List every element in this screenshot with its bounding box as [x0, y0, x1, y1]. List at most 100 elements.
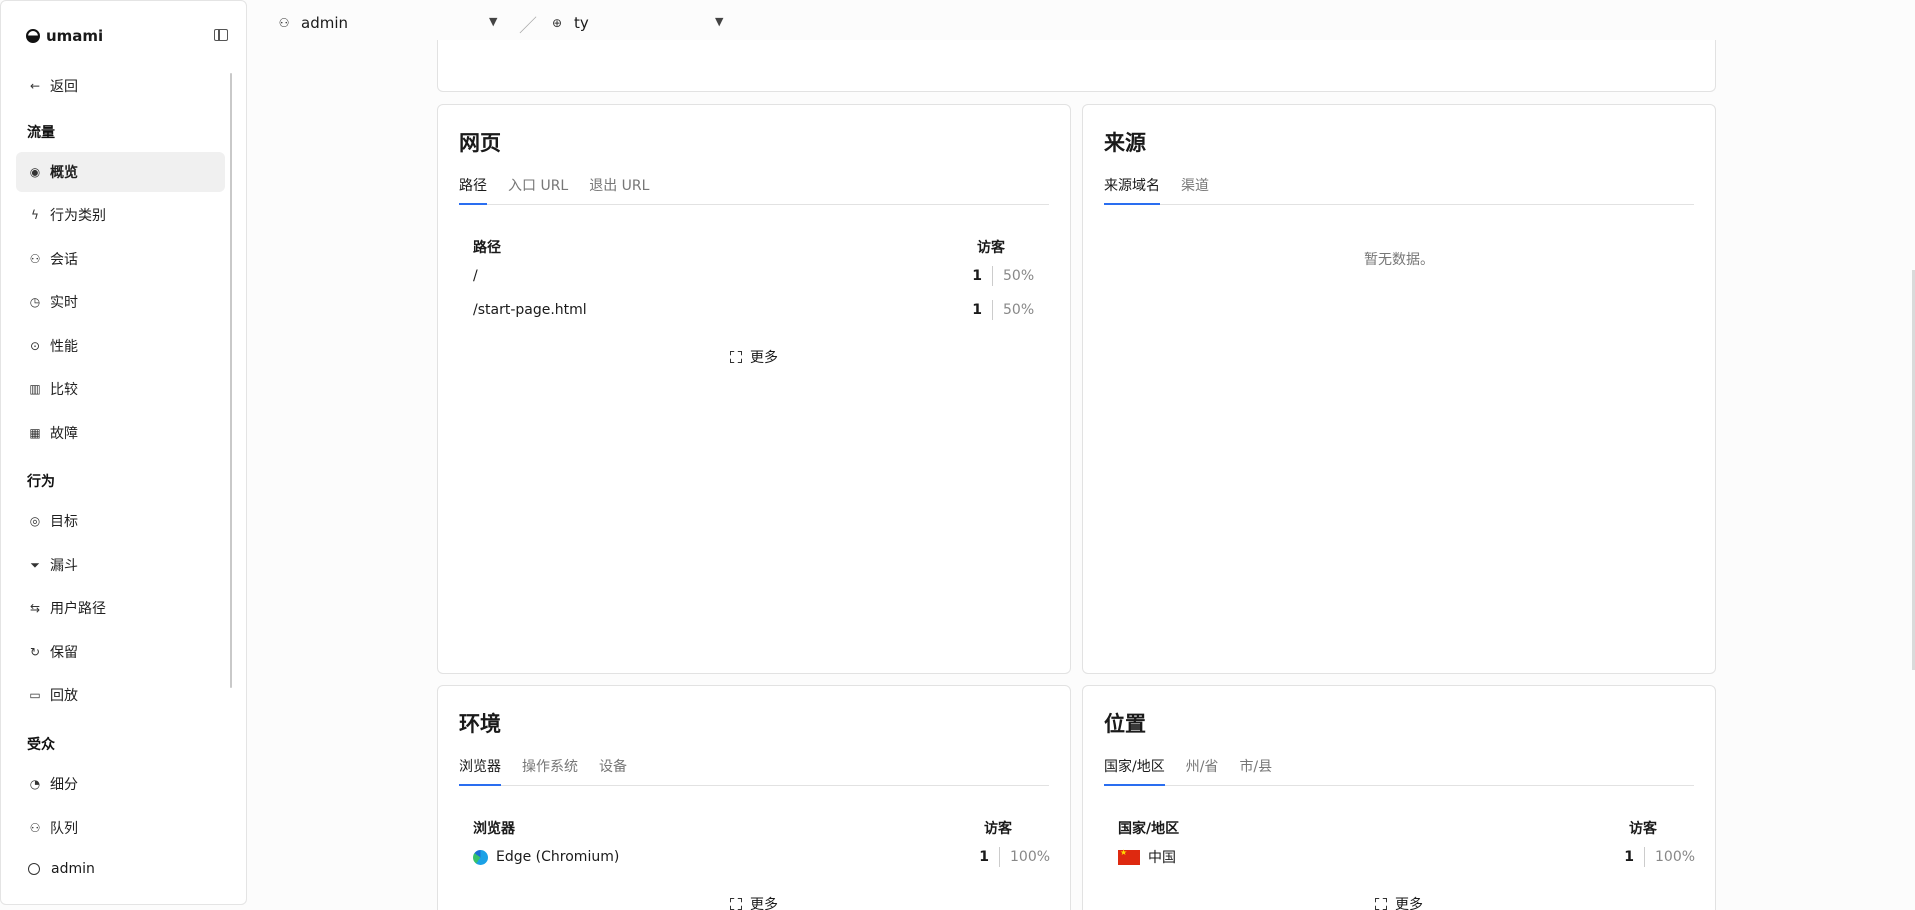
sidebar-item-label: 性能 [50, 339, 78, 355]
tab-path[interactable]: 路径 [459, 169, 487, 205]
sidebar-item-label: 漏斗 [50, 558, 78, 574]
team-selector-label: admin [301, 14, 348, 32]
card-title: 位置 [1104, 712, 1146, 736]
sidebar-item-goals[interactable]: ◎ 目标 [16, 501, 225, 541]
row-percent: 50% [1003, 302, 1035, 318]
card-title: 环境 [459, 712, 501, 736]
row-label: 中国 [1148, 850, 1176, 866]
row-label: / [473, 268, 478, 284]
tab-device[interactable]: 设备 [599, 750, 627, 786]
sidebar-item-label: 行为类别 [50, 208, 106, 224]
row-count: 1 [1624, 849, 1634, 865]
row-divider [992, 266, 993, 286]
sidebar-item-label: 实时 [50, 295, 78, 311]
sidebar-user-menu[interactable]: admin [27, 861, 95, 877]
tab-region[interactable]: 州/省 [1186, 750, 1219, 786]
sidebar-user-name: admin [51, 861, 95, 877]
row-label: Edge (Chromium) [496, 849, 620, 865]
china-flag-icon [1118, 848, 1140, 865]
sidebar-item-label: 故障 [50, 426, 78, 442]
sidebar-scrollbar[interactable] [230, 73, 232, 688]
column-header-label: 浏览器 [473, 821, 515, 837]
retention-icon: ↻ [29, 645, 41, 659]
more-label: 更多 [750, 350, 778, 366]
team-selector[interactable]: ⚇ admin [277, 14, 348, 32]
sidebar-item-label: 回放 [50, 688, 78, 704]
sidebar-item-realtime[interactable]: ◷ 实时 [16, 282, 225, 322]
sidebar-item-overview[interactable]: ◉ 概览 [16, 152, 225, 192]
target-icon: ◎ [29, 514, 41, 528]
back-button[interactable]: ← 返回 [16, 66, 225, 106]
row-count: 1 [972, 268, 982, 284]
sidebar-item-segments[interactable]: ◔ 细分 [16, 764, 225, 804]
user-icon: ⚇ [29, 252, 41, 266]
card-title: 来源 [1104, 131, 1146, 155]
column-header-visitors: 访客 [984, 821, 1012, 837]
tab-entry-url[interactable]: 入口 URL [508, 169, 568, 205]
section-audience: 受众 [27, 737, 55, 753]
sidebar-item-label: 队列 [50, 821, 78, 837]
video-icon: ▭ [29, 688, 41, 702]
card-title: 网页 [459, 131, 501, 155]
sidebar-item-cohorts[interactable]: ⚇ 队列 [16, 808, 225, 848]
sidebar-item-journey[interactable]: ⇆ 用户路径 [16, 588, 225, 628]
row-divider [999, 847, 1000, 867]
sidebar-item-breakdown[interactable]: ▦ 故障 [16, 413, 225, 453]
more-button[interactable]: 更多 [438, 894, 1070, 910]
table-row[interactable]: 中国 1 100% [1118, 846, 1696, 868]
website-selector[interactable]: ⊕ ty [550, 14, 589, 32]
table-row[interactable]: / 1 50% [473, 265, 1035, 287]
sidebar-item-replay[interactable]: ▭ 回放 [16, 675, 225, 715]
row-label-group: Edge (Chromium) [473, 849, 975, 865]
sidebar-item-sessions[interactable]: ⚇ 会话 [16, 239, 225, 279]
globe-icon: ⊕ [551, 16, 563, 30]
sidebar-item-label: 目标 [50, 514, 78, 530]
tab-browser[interactable]: 浏览器 [459, 750, 501, 786]
sidebar-item-funnel[interactable]: ⏷ 漏斗 [16, 545, 225, 585]
bolt-icon: ϟ [31, 208, 39, 222]
user-plus-icon: ⚇ [29, 821, 41, 835]
more-label: 更多 [1395, 897, 1423, 910]
compare-icon: ▥ [29, 382, 41, 396]
website-selector-label: ty [574, 14, 589, 32]
table-row[interactable]: /start-page.html 1 50% [473, 299, 1035, 321]
tab-channels[interactable]: 渠道 [1181, 169, 1209, 205]
row-percent: 100% [1655, 849, 1696, 865]
location-tabs: 国家/地区 州/省 市/县 [1104, 750, 1694, 786]
sidebar-item-compare[interactable]: ▥ 比较 [16, 369, 225, 409]
breadcrumb-separator: ／ [519, 16, 537, 37]
sidebar-item-performance[interactable]: ⊙ 性能 [16, 326, 225, 366]
sidebar-item-retention[interactable]: ↻ 保留 [16, 632, 225, 672]
eye-icon: ◉ [29, 165, 41, 179]
empty-state: 暂无数据。 [1364, 252, 1434, 268]
app-logo[interactable]: umami [26, 27, 103, 45]
sources-tabs: 来源域名 渠道 [1104, 169, 1694, 205]
path-icon: ⇆ [29, 601, 41, 615]
sidebar-collapse-icon[interactable] [214, 29, 228, 41]
chevron-down-icon[interactable]: ▼ [715, 15, 723, 28]
sidebar-item-label: 概览 [50, 165, 78, 181]
section-behavior: 行为 [27, 474, 55, 490]
sidebar-item-label: 会话 [50, 252, 78, 268]
sidebar-item-events[interactable]: ϟ 行为类别 [16, 195, 225, 235]
grid-icon: ▦ [29, 426, 41, 440]
sidebar-item-label: 用户路径 [50, 601, 106, 617]
tab-exit-url[interactable]: 退出 URL [589, 169, 649, 205]
row-label: /start-page.html [473, 302, 587, 318]
tab-city[interactable]: 市/县 [1239, 750, 1272, 786]
table-row[interactable]: Edge (Chromium) 1 100% [473, 846, 1051, 868]
tab-os[interactable]: 操作系统 [522, 750, 578, 786]
more-button[interactable]: 更多 [1083, 894, 1715, 910]
metrics-card-partial [437, 40, 1716, 92]
tab-referrer-domain[interactable]: 来源域名 [1104, 169, 1160, 205]
sidebar-item-label: 比较 [50, 382, 78, 398]
more-button[interactable]: 更多 [438, 347, 1070, 367]
expand-icon [1375, 898, 1387, 910]
chevron-down-icon[interactable]: ▼ [489, 15, 497, 28]
row-percent: 50% [1003, 268, 1035, 284]
pie-icon: ◔ [29, 777, 41, 791]
row-percent: 100% [1010, 849, 1051, 865]
sidebar-item-label: 细分 [50, 777, 78, 793]
tab-country[interactable]: 国家/地区 [1104, 750, 1165, 786]
umami-logo-icon [26, 29, 40, 43]
